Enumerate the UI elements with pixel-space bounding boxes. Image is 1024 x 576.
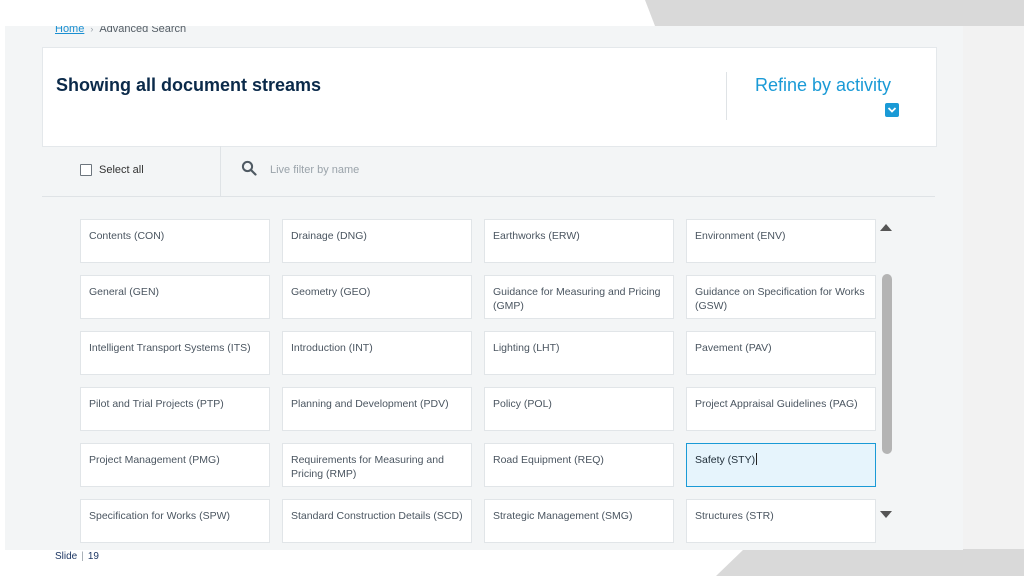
filter-divider: [220, 146, 221, 196]
document-stream-grid: Contents (CON) Drainage (DNG) Earthworks (…: [80, 219, 880, 550]
slide-label: Slide: [55, 551, 78, 562]
breadcrumb-separator: ›: [90, 26, 94, 34]
slide-number: 19: [87, 551, 99, 562]
slide-footer: Slide | 19: [55, 551, 99, 562]
stream-card[interactable]: Intelligent Transport Systems (ITS): [80, 331, 270, 375]
stream-card[interactable]: Geometry (GEO): [282, 275, 472, 319]
scroll-up-arrow[interactable]: [880, 224, 892, 231]
stream-card[interactable]: Pavement (PAV): [686, 331, 876, 375]
stream-card[interactable]: Introduction (INT): [282, 331, 472, 375]
filter-bar: Select all: [42, 146, 935, 197]
slide-decoration-top: [645, 0, 1024, 26]
stream-card[interactable]: Policy (POL): [484, 387, 674, 431]
stream-card[interactable]: Guidance on Specification for Works (GSW…: [686, 275, 876, 319]
search-icon: [241, 160, 257, 176]
stream-card[interactable]: General (GEN): [80, 275, 270, 319]
select-all-control[interactable]: Select all: [80, 164, 144, 176]
slide-separator: |: [81, 551, 84, 562]
stream-card[interactable]: Project Appraisal Guidelines (PAG): [686, 387, 876, 431]
breadcrumb-home-link[interactable]: Home: [55, 26, 84, 35]
stream-card[interactable]: Strategic Management (SMG): [484, 499, 674, 543]
stream-card[interactable]: Guidance for Measuring and Pricing (GMP): [484, 275, 674, 319]
stream-card[interactable]: Standard Construction Details (SCD): [282, 499, 472, 543]
live-filter-input[interactable]: [270, 164, 470, 176]
scrollbar-thumb[interactable]: [882, 274, 892, 454]
slide-decoration-bottom: [716, 549, 1024, 576]
stream-card[interactable]: Specification for Works (SPW): [80, 499, 270, 543]
results-header: Showing all document streams Refine by a…: [42, 47, 937, 147]
scroll-down-arrow[interactable]: [880, 511, 892, 518]
stream-card[interactable]: Pilot and Trial Projects (PTP): [80, 387, 270, 431]
stream-card[interactable]: Earthworks (ERW): [484, 219, 674, 263]
stream-card[interactable]: Structures (STR): [686, 499, 876, 543]
screenshot-panel: Home › Advanced Search Showing all documen…: [5, 26, 963, 550]
refine-by-activity-toggle[interactable]: Refine by activity: [755, 75, 891, 96]
breadcrumb: Home › Advanced Search: [55, 26, 186, 35]
stream-card[interactable]: Lighting (LHT): [484, 331, 674, 375]
stream-card[interactable]: Project Management (PMG): [80, 443, 270, 487]
chevron-down-icon: [887, 107, 897, 113]
stream-card[interactable]: Requirements for Measuring and Pricing (…: [282, 443, 472, 487]
slide-decoration-right: [963, 26, 1024, 550]
stream-card[interactable]: Road Equipment (REQ): [484, 443, 674, 487]
stream-card[interactable]: Environment (ENV): [686, 219, 876, 263]
select-all-checkbox[interactable]: [80, 164, 92, 176]
refine-expand-button[interactable]: [885, 103, 899, 117]
stream-card[interactable]: Drainage (DNG): [282, 219, 472, 263]
stream-card[interactable]: Contents (CON): [80, 219, 270, 263]
page-title: Showing all document streams: [56, 75, 322, 95]
select-all-label: Select all: [99, 164, 144, 176]
stream-card[interactable]: Planning and Development (PDV): [282, 387, 472, 431]
header-divider: [726, 72, 727, 120]
stream-card[interactable]: Safety (STY): [686, 443, 876, 487]
breadcrumb-current: Advanced Search: [99, 26, 187, 35]
